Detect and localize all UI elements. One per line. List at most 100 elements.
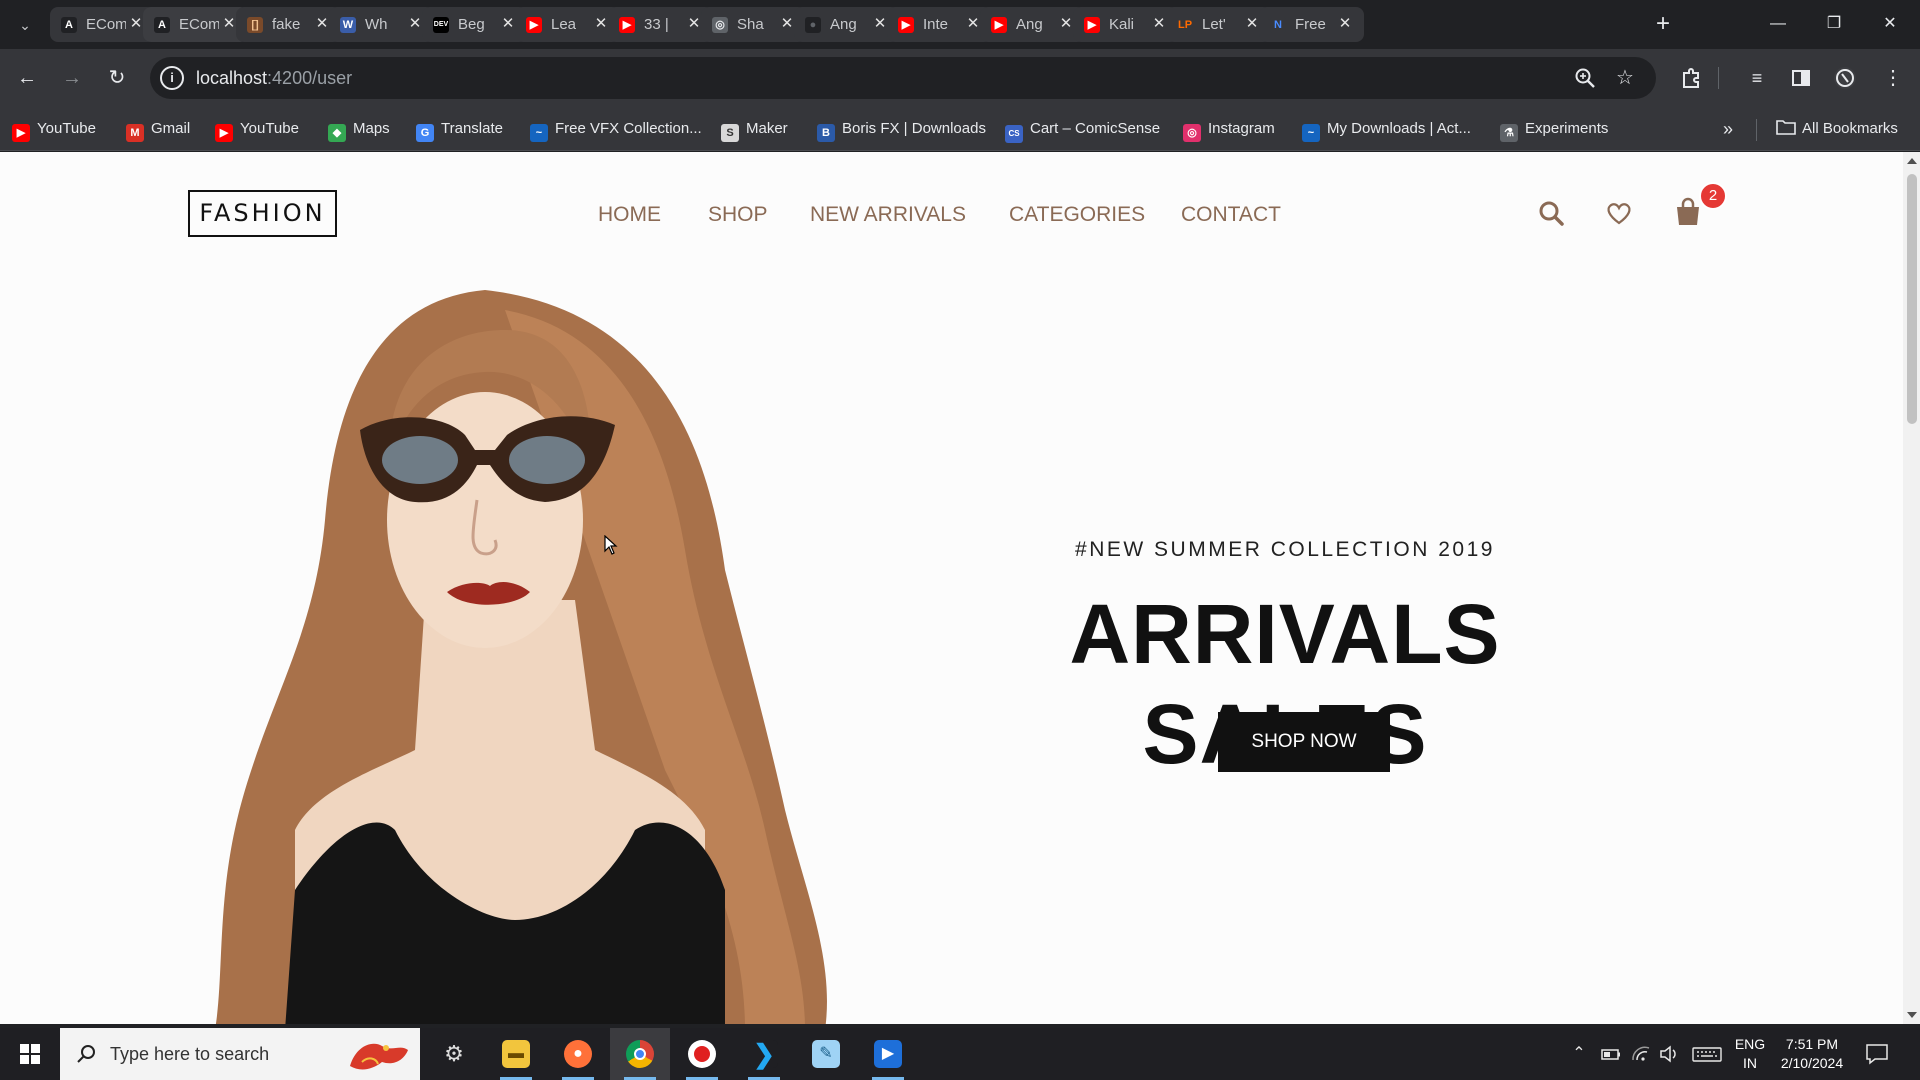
tab-title: ECom [179, 16, 219, 33]
bookmark-favicon-icon: ~ [530, 124, 548, 142]
input-language[interactable]: ENG IN [1733, 1035, 1767, 1073]
bookmark-item[interactable]: ◆ Maps [328, 118, 390, 142]
language-region: IN [1743, 1055, 1757, 1071]
scrollbar-thumb[interactable] [1907, 174, 1917, 424]
browser-tab[interactable]: ▶ Kali ✕ [1073, 7, 1178, 42]
back-arrow-icon[interactable]: ← [12, 63, 42, 93]
taskbar-chrome[interactable] [610, 1028, 670, 1080]
all-bookmarks-button[interactable]: All Bookmarks [1776, 118, 1898, 140]
nav-new-arrivals[interactable]: NEW ARRIVALS [810, 200, 966, 230]
bookmark-item[interactable]: CS Cart – ComicSense [1005, 118, 1161, 143]
language-code: ENG [1734, 1036, 1766, 1052]
menu-kebab-icon[interactable]: ⋮ [1878, 63, 1908, 93]
side-panel-icon[interactable] [1786, 63, 1816, 93]
shop-now-button[interactable]: SHOP NOW [1218, 712, 1390, 772]
tab-close-icon[interactable]: ✕ [1336, 14, 1354, 34]
tab-favicon-icon: W [340, 17, 356, 33]
restore-button[interactable]: ❐ [1814, 10, 1854, 38]
tray-overflow-chevron-icon[interactable]: ⌃ [1568, 1042, 1590, 1066]
scroll-up-arrow-icon[interactable] [1907, 158, 1917, 164]
browser-tab[interactable]: DEV Beg ✕ [422, 7, 527, 42]
notifications-icon[interactable] [1864, 1042, 1890, 1066]
search-icon[interactable] [1536, 198, 1566, 228]
url-text[interactable]: localhost:4200/user [196, 68, 352, 89]
extensions-icon[interactable] [1676, 63, 1706, 93]
browser-tab[interactable]: N Free ✕ [1259, 7, 1364, 42]
nav-categories[interactable]: CATEGORIES [1009, 200, 1145, 230]
browser-tab[interactable]: W Wh ✕ [329, 7, 434, 42]
bookmark-item[interactable]: ~ My Downloads | Act... [1302, 118, 1471, 142]
browser-tab[interactable]: ▶ Inte ✕ [887, 7, 992, 42]
media-controls-icon[interactable]: ≡ [1742, 63, 1772, 93]
browser-tab[interactable]: A ECom ✕ [50, 7, 155, 42]
taskbar-search-box[interactable]: Type here to search [60, 1028, 420, 1080]
wishlist-heart-icon[interactable] [1604, 198, 1634, 228]
tab-search-chevron-icon[interactable]: ⌄ [10, 10, 40, 40]
bookmark-item[interactable]: M Gmail [126, 118, 190, 142]
bookmark-label: Translate [441, 120, 503, 137]
tab-title: Kali [1109, 16, 1135, 33]
browser-tab[interactable]: ▶ 33 | ✕ [608, 7, 713, 42]
nav-home[interactable]: HOME [598, 200, 661, 230]
bookmark-star-icon[interactable]: ☆ [1612, 65, 1638, 91]
tab-favicon-icon: ▶ [991, 17, 1007, 33]
minimize-button[interactable]: — [1758, 10, 1798, 38]
forward-arrow-icon[interactable]: → [57, 63, 87, 93]
tab-favicon-icon: ● [805, 17, 821, 33]
toolbar-divider [1718, 67, 1719, 89]
windows-start-icon[interactable] [10, 1038, 50, 1070]
site-logo[interactable]: FASHION [188, 190, 337, 237]
taskbar-settings[interactable]: ⚙ [424, 1028, 484, 1080]
bookmark-item[interactable]: G Translate [416, 118, 503, 142]
system-clock[interactable]: 7:51 PM 2/10/2024 [1776, 1035, 1848, 1073]
browser-tab[interactable]: ◎ Sha ✕ [701, 7, 806, 42]
record-icon [688, 1040, 716, 1068]
bookmark-item[interactable]: ▶ YouTube [12, 118, 96, 142]
taskbar-vscode[interactable]: ❯ [734, 1028, 794, 1080]
bookmark-item[interactable]: ▶ YouTube [215, 118, 299, 142]
page-viewport: FASHION HOME SHOP NEW ARRIVALS CATEGORIE… [0, 152, 1920, 1024]
page-scrollbar[interactable] [1903, 152, 1920, 1024]
tab-favicon-icon: ▶ [619, 17, 635, 33]
close-window-button[interactable]: ✕ [1870, 10, 1910, 38]
browser-tab[interactable]: ● Ang ✕ [794, 7, 899, 42]
taskbar-firefox[interactable]: ● [548, 1028, 608, 1080]
address-bar[interactable]: i localhost:4200/user ☆ [150, 57, 1656, 99]
keyboard-icon[interactable] [1690, 1042, 1724, 1066]
reload-icon[interactable]: ↻ [102, 63, 132, 93]
bookmarks-overflow-icon[interactable]: » [1718, 118, 1738, 140]
browser-tab[interactable]: [] fake ✕ [236, 7, 341, 42]
firefox-icon: ● [564, 1040, 592, 1068]
hero-model-image [215, 290, 827, 1024]
profile-avatar[interactable] [1830, 63, 1860, 93]
taskbar-notepad[interactable]: ✎ [796, 1028, 856, 1080]
browser-tab[interactable]: ▶ Ang ✕ [980, 7, 1085, 42]
nav-contact[interactable]: CONTACT [1181, 200, 1281, 230]
browser-tab[interactable]: ▶ Lea ✕ [515, 7, 620, 42]
taskbar-media-player[interactable]: ▶ [858, 1028, 918, 1080]
bookmark-item[interactable]: ◎ Instagram [1183, 118, 1275, 142]
bookmark-item[interactable]: ⚗ Experiments [1500, 118, 1608, 142]
bookmark-item[interactable]: ~ Free VFX Collection... [530, 118, 702, 142]
nav-shop[interactable]: SHOP [708, 200, 768, 230]
wifi-icon[interactable] [1628, 1042, 1654, 1066]
site-info-icon[interactable]: i [160, 66, 184, 90]
search-icon [74, 1042, 98, 1066]
browser-tab[interactable]: A ECom ✕ [143, 7, 248, 42]
taskbar-screen-recorder[interactable] [672, 1028, 732, 1080]
notepad-icon: ✎ [812, 1040, 840, 1068]
zoom-icon[interactable] [1572, 65, 1598, 91]
battery-icon[interactable] [1598, 1042, 1624, 1066]
browser-tab[interactable]: LP Let' ✕ [1166, 7, 1271, 42]
bookmark-item[interactable]: B Boris FX | Downloads [817, 118, 986, 142]
scroll-down-arrow-icon[interactable] [1907, 1012, 1917, 1018]
bookmark-favicon-icon: B [817, 124, 835, 142]
bookmark-item[interactable]: S Maker [721, 118, 788, 142]
cart-count-badge: 2 [1699, 182, 1727, 210]
taskbar-file-explorer[interactable]: ▬ [486, 1028, 546, 1080]
volume-icon[interactable] [1656, 1042, 1682, 1066]
bookmark-label: Cart – ComicSense [1030, 120, 1161, 137]
new-tab-button[interactable]: + [1649, 10, 1677, 38]
tab-title: Wh [365, 16, 388, 33]
bookmark-favicon-icon: G [416, 124, 434, 142]
